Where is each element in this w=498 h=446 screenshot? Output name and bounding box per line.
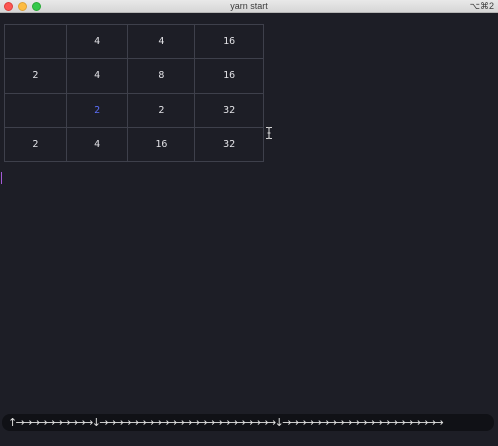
- board-tile: 2: [4, 58, 67, 94]
- board-row: 4 4 16: [4, 23, 264, 60]
- move-history: ↑→→→→→→→→→→↓→→→→→→→→→→→→→→→→→→→→→→→↓→→→→…: [2, 414, 494, 431]
- board-tile: 32: [194, 92, 264, 128]
- board-tile: 4: [127, 23, 196, 60]
- board-tile: 2: [65, 92, 129, 128]
- board-row: 2 2 32: [4, 92, 264, 128]
- ibeam-cursor-icon: [265, 127, 273, 139]
- board-tile: 16: [127, 126, 196, 163]
- board-tile: 8: [127, 58, 196, 94]
- board-tile: 4: [65, 126, 129, 163]
- board-tile: 4: [65, 23, 129, 60]
- text-caret: [1, 172, 2, 184]
- board-tile: 32: [194, 126, 264, 163]
- board-tile: 4: [65, 58, 129, 94]
- board-tile: 2: [127, 92, 196, 128]
- board-tile: 16: [194, 23, 264, 60]
- board-tile: [4, 92, 67, 128]
- board-row: 2 4 16 32: [4, 126, 264, 163]
- board-tile: 2: [4, 126, 67, 163]
- terminal-window: yarn start ⌥⌘2 4 4 16 2 4 8 16 2 2 32 2 4 16 32 ↑→→→→…: [0, 0, 498, 446]
- title-bar[interactable]: yarn start ⌥⌘2: [0, 0, 498, 13]
- window-title: yarn start: [230, 1, 268, 11]
- board-tile: [4, 23, 67, 60]
- board-tile: 16: [194, 58, 264, 94]
- window-shortcut: ⌥⌘2: [469, 1, 494, 11]
- board-row: 2 4 8 16: [4, 58, 264, 94]
- game-board: 4 4 16 2 4 8 16 2 2 32 2 4 16 32: [4, 23, 264, 163]
